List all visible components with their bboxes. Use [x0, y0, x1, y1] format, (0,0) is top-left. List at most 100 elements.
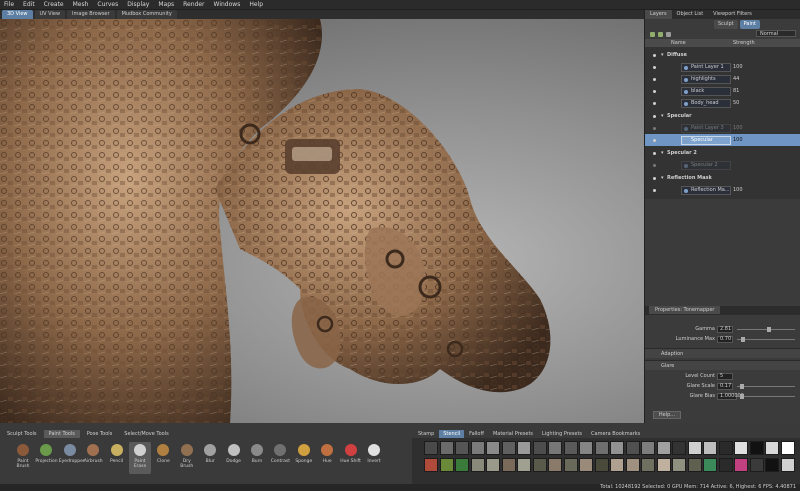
tab-camera-bookmarks[interactable]: Camera Bookmarks — [587, 430, 644, 438]
expand-arrow-icon[interactable]: ▾ — [661, 52, 664, 58]
layer-name[interactable]: Specular — [681, 135, 731, 145]
stencil-thumbnail[interactable] — [780, 441, 795, 455]
stencil-thumbnail[interactable] — [687, 441, 702, 455]
stencil-thumbnail[interactable] — [765, 441, 779, 455]
eye-icon[interactable] — [653, 163, 656, 167]
stencil-thumbnail[interactable] — [687, 458, 702, 472]
tab-object-list[interactable]: Object List — [672, 10, 709, 19]
airbrush-tool[interactable]: Airbrush — [82, 442, 104, 474]
invert-tool[interactable]: Invert — [363, 442, 385, 474]
strength-column-header[interactable]: Strength — [733, 40, 755, 46]
eye-icon[interactable] — [653, 65, 656, 69]
layer-group-specular-2[interactable]: ▾ Specular 2 — [645, 147, 800, 159]
tab-material-presets[interactable]: Material Presets — [489, 430, 537, 438]
glare-scale-slider[interactable] — [737, 384, 795, 389]
luminance-max-slider[interactable] — [737, 337, 795, 342]
pencil-tool[interactable]: Pencil — [106, 442, 128, 474]
stencil-thumbnail[interactable] — [718, 441, 733, 455]
layer-strength[interactable]: 100 — [733, 187, 743, 193]
tab-image-browser[interactable]: Image Browser — [67, 10, 115, 19]
tab-pose-tools[interactable]: Pose Tools — [82, 430, 117, 438]
stencil-thumbnail[interactable] — [455, 441, 469, 455]
layer-strength[interactable]: 44 — [733, 76, 739, 82]
menu-help[interactable]: Help — [249, 1, 263, 8]
tab-viewport-filters[interactable]: Viewport Filters — [708, 10, 757, 19]
layer-strength[interactable]: 100 — [733, 125, 743, 131]
dry-brush-tool[interactable]: Dry Brush — [176, 442, 198, 474]
stencil-thumbnail[interactable] — [548, 458, 562, 472]
stencil-thumbnail[interactable] — [780, 458, 795, 472]
layer-row[interactable]: Specular 2 — [645, 159, 800, 171]
help-button[interactable]: Help... — [653, 411, 681, 419]
eye-icon[interactable] — [653, 114, 656, 118]
eye-icon[interactable] — [653, 89, 656, 93]
stencil-thumbnail[interactable] — [548, 441, 562, 455]
menu-file[interactable]: File — [4, 1, 14, 8]
layer-row[interactable]: Reflection Ma... 100 — [645, 184, 800, 196]
stencil-thumbnail[interactable] — [439, 458, 454, 472]
stencil-thumbnail[interactable] — [424, 441, 438, 455]
adaption-section[interactable]: Adaption — [645, 348, 800, 358]
new-group-icon[interactable] — [658, 31, 663, 37]
stencil-thumbnail[interactable] — [610, 441, 624, 455]
stencil-thumbnail[interactable] — [579, 458, 593, 472]
paint-erase-tool[interactable]: Paint Erase — [129, 442, 151, 474]
menu-maps[interactable]: Maps — [158, 1, 174, 8]
3d-viewport[interactable] — [0, 19, 644, 423]
tab-lighting-presets[interactable]: Lighting Presets — [538, 430, 586, 438]
glare-section[interactable]: Glare — [645, 360, 800, 370]
level-count-input[interactable]: 5 — [717, 373, 733, 380]
layer-strength[interactable]: 81 — [733, 88, 739, 94]
layer-name[interactable]: Reflection Ma... — [681, 185, 731, 195]
eyedropper-tool[interactable]: Eyedropper — [59, 442, 85, 474]
stencil-thumbnail[interactable] — [470, 458, 485, 472]
luminance-max-slider-knob[interactable] — [741, 337, 745, 342]
expand-arrow-icon[interactable]: ▾ — [661, 175, 664, 181]
glare-bias-slider[interactable] — [737, 394, 795, 399]
sculpt-toggle[interactable]: Sculpt — [714, 20, 738, 29]
layer-row[interactable]: Specular 100 — [645, 134, 800, 146]
menu-curves[interactable]: Curves — [97, 1, 118, 8]
blur-tool[interactable]: Blur — [199, 442, 221, 474]
stencil-thumbnail[interactable] — [501, 441, 516, 455]
tab-select-move-tools[interactable]: Select/Move Tools — [119, 430, 173, 438]
layer-group-specular[interactable]: ▾ Specular — [645, 110, 800, 122]
stencil-thumbnail[interactable] — [501, 458, 516, 472]
tab-stamp[interactable]: Stamp — [414, 430, 438, 438]
stencil-thumbnail[interactable] — [718, 458, 733, 472]
eye-icon[interactable] — [653, 176, 656, 180]
glare-bias-input[interactable]: 1.000000 — [717, 393, 744, 400]
properties-tab[interactable]: Properties: Tonemapper — [649, 306, 721, 314]
eye-icon[interactable] — [653, 77, 656, 81]
gamma-slider[interactable] — [737, 327, 795, 332]
layer-strength[interactable]: 50 — [733, 100, 739, 106]
layer-row[interactable]: Paint Layer 3 100 — [645, 122, 800, 134]
layer-name[interactable]: Body_head — [681, 98, 731, 108]
stencil-thumbnail[interactable] — [424, 458, 438, 472]
layer-row[interactable]: Paint Layer 1 100 — [645, 61, 800, 73]
menu-create[interactable]: Create — [44, 1, 64, 8]
stencil-thumbnail[interactable] — [594, 458, 609, 472]
stencil-thumbnail[interactable] — [532, 441, 547, 455]
dodge-tool[interactable]: Dodge — [223, 442, 245, 474]
layer-group-reflection-mask[interactable]: ▾ Reflection Mask — [645, 172, 800, 184]
new-layer-icon[interactable] — [650, 31, 655, 37]
tab-stencil[interactable]: Stencil — [439, 430, 465, 438]
layer-name[interactable]: Paint Layer 1 — [681, 62, 731, 72]
stencil-thumbnail[interactable] — [455, 458, 469, 472]
layer-name[interactable]: Paint Layer 3 — [681, 123, 731, 133]
sponge-tool[interactable]: Sponge — [293, 442, 315, 474]
stencil-thumbnail[interactable] — [579, 441, 593, 455]
stencil-thumbnail[interactable] — [656, 441, 671, 455]
menu-render[interactable]: Render — [183, 1, 204, 8]
delete-layer-icon[interactable] — [666, 31, 671, 37]
layer-row[interactable]: Body_head 50 — [645, 97, 800, 109]
tab-mudbox-community[interactable]: Mudbox Community — [116, 10, 177, 19]
gamma-slider-knob[interactable] — [767, 327, 771, 332]
stencil-thumbnail[interactable] — [439, 441, 454, 455]
layer-name[interactable]: black — [681, 86, 731, 96]
tab-falloff[interactable]: Falloff — [465, 430, 488, 438]
glare-scale-input[interactable]: 0.17 — [717, 383, 733, 390]
stencil-thumbnail[interactable] — [672, 441, 686, 455]
layer-name[interactable]: highlights — [681, 74, 731, 84]
